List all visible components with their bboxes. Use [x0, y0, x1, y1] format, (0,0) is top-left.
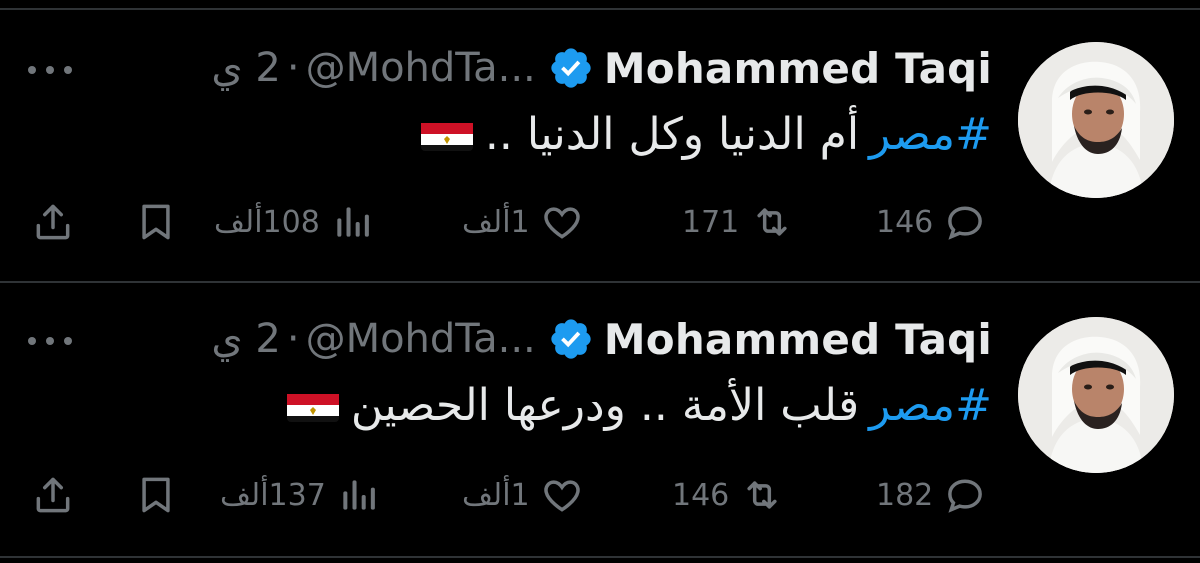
bookmark-button[interactable]	[134, 467, 178, 523]
reply-button[interactable]: 146	[876, 194, 987, 250]
like-button[interactable]: 1ألف	[462, 194, 584, 250]
analytics-icon	[337, 207, 369, 237]
bottom-divider	[0, 556, 1200, 558]
egypt-flag-icon	[420, 117, 473, 151]
tweet-meta: 2 ي · @MohdTa...	[211, 316, 535, 362]
reply-count: 146	[876, 204, 934, 240]
tweet-body: #مصر قلب الأمة .. ودرعها الحصين	[286, 375, 992, 435]
more-options-icon[interactable]	[28, 337, 72, 349]
more-options-icon[interactable]	[28, 66, 72, 78]
reply-icon	[948, 206, 983, 240]
share-button[interactable]	[30, 194, 76, 250]
hashtag-link[interactable]: #مصر	[869, 109, 992, 160]
bookmark-button[interactable]	[134, 194, 178, 250]
tweet-card[interactable]: 2 ي · @MohdTa... Mohammed Taqi #مصر قلب …	[0, 283, 1200, 555]
meta-separator: ·	[286, 316, 300, 362]
analytics-icon	[343, 480, 375, 510]
tweet-card[interactable]: 2 ي · @MohdTa... Mohammed Taqi #مصر أم ا…	[0, 10, 1200, 282]
tweet-body: #مصر أم الدنيا وكل الدنيا ..	[420, 104, 992, 164]
share-icon	[36, 204, 70, 240]
share-icon	[36, 477, 70, 513]
tweet-actions: 182 146 1ألف 137ألف	[0, 467, 1200, 523]
tweet-actions: 146 171 1ألف 108ألف	[0, 194, 1200, 250]
author-handle[interactable]: @MohdTa...	[306, 45, 536, 91]
reply-button[interactable]: 182	[876, 467, 987, 523]
avatar[interactable]	[1018, 317, 1174, 473]
tweet-header: 2 ي · @MohdTa... Mohammed Taqi	[211, 309, 992, 369]
meta-separator: ·	[286, 45, 300, 91]
tweet-time[interactable]: 2 ي	[211, 316, 280, 362]
views-count: 108ألف	[214, 204, 320, 240]
repost-count: 171	[682, 204, 740, 240]
verified-badge-icon	[551, 319, 591, 359]
hashtag-link[interactable]: #مصر	[869, 380, 992, 431]
author-name[interactable]: Mohammed Taqi	[604, 315, 992, 364]
repost-icon	[747, 481, 777, 509]
heart-icon	[543, 207, 580, 239]
reply-icon	[948, 479, 983, 513]
like-button[interactable]: 1ألف	[462, 467, 584, 523]
avatar-photo	[1018, 42, 1174, 198]
tweet-time[interactable]: 2 ي	[211, 45, 280, 91]
share-button[interactable]	[30, 467, 76, 523]
bookmark-icon	[142, 477, 170, 513]
avatar-photo	[1018, 317, 1174, 473]
reply-count: 182	[876, 477, 934, 513]
author-name[interactable]: Mohammed Taqi	[604, 44, 992, 93]
repost-button[interactable]: 171	[682, 194, 795, 250]
tweet-meta: 2 ي · @MohdTa...	[211, 45, 535, 91]
egypt-flag-icon	[286, 388, 339, 422]
verified-badge-icon	[551, 48, 591, 88]
like-count: 1ألف	[462, 477, 530, 513]
tweet-text: أم الدنيا وكل الدنيا ..	[484, 108, 860, 160]
bookmark-icon	[142, 204, 170, 240]
repost-icon	[757, 208, 787, 236]
avatar[interactable]	[1018, 42, 1174, 198]
views-button[interactable]: 137ألف	[220, 467, 380, 523]
repost-button[interactable]: 146	[672, 467, 785, 523]
heart-icon	[543, 480, 580, 512]
views-count: 137ألف	[220, 477, 326, 513]
tweet-header: 2 ي · @MohdTa... Mohammed Taqi	[211, 38, 992, 98]
views-button[interactable]: 108ألف	[214, 194, 374, 250]
tweet-text: قلب الأمة .. ودرعها الحصين	[350, 379, 860, 431]
like-count: 1ألف	[462, 204, 530, 240]
author-handle[interactable]: @MohdTa...	[306, 316, 536, 362]
repost-count: 146	[672, 477, 730, 513]
